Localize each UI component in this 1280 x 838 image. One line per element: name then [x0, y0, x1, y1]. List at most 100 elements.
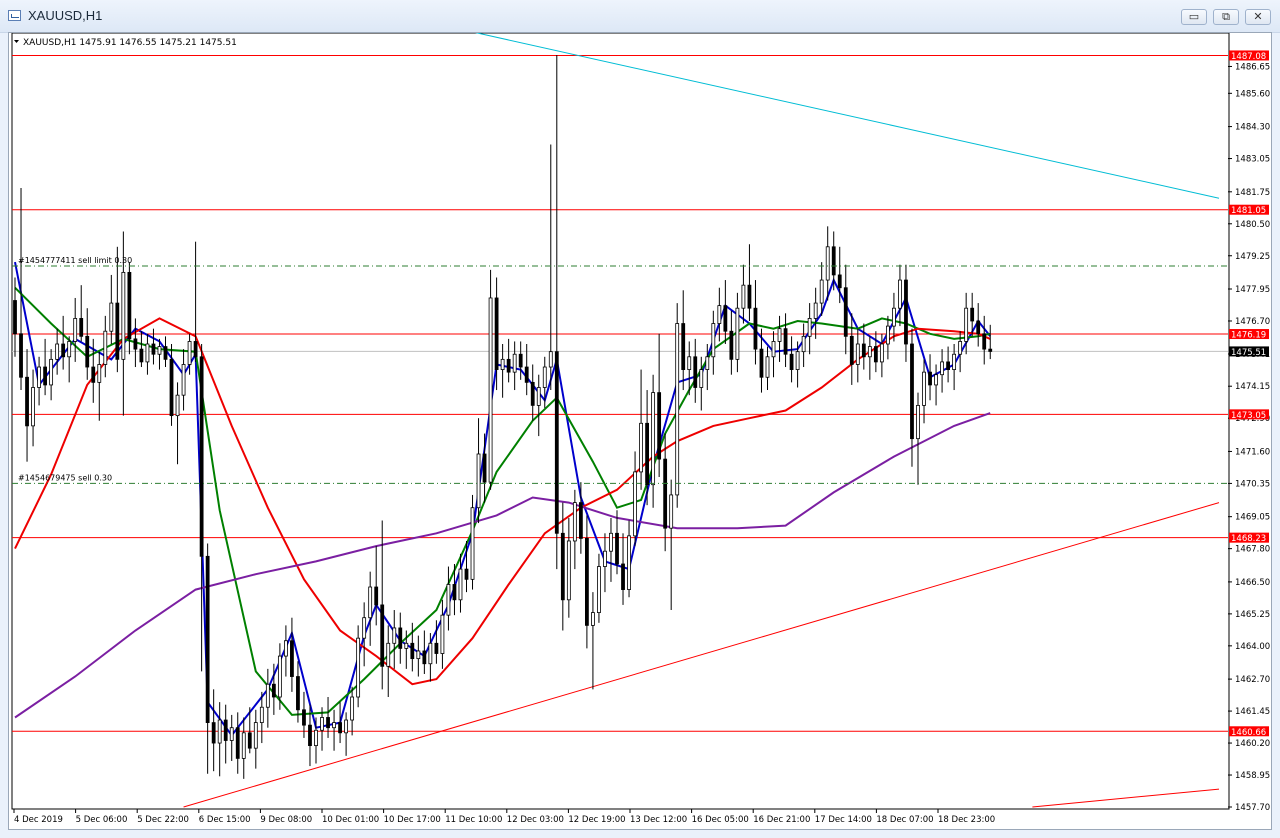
- candle-body: [476, 453, 481, 509]
- candle-body: [338, 722, 342, 734]
- candle-body: [127, 271, 132, 340]
- chart-window: XAUUSD,H1 ▭ ⧉ ✕ #1454777411 sell limit 0…: [0, 0, 1280, 838]
- candle-body: [892, 307, 896, 327]
- minimize-button[interactable]: ▭: [1181, 9, 1207, 25]
- candle-body: [554, 351, 559, 534]
- candle-body: [115, 302, 120, 360]
- x-tick-label: 10 Dec 01:00: [322, 815, 379, 825]
- candle-body: [470, 507, 475, 580]
- y-tick-label: 1486.65: [1235, 62, 1270, 72]
- candle-body: [500, 358, 505, 370]
- candle-body: [976, 320, 981, 335]
- candle-body: [759, 348, 764, 378]
- candle-body: [247, 732, 252, 749]
- candle-body: [855, 343, 860, 365]
- candle-body: [446, 584, 451, 616]
- candle-body: [578, 502, 583, 539]
- candle-body: [482, 453, 487, 483]
- level-price-label: 1473.05: [1231, 411, 1266, 421]
- candle-body: [687, 356, 692, 370]
- candle-body: [524, 366, 529, 383]
- candle-body: [506, 358, 511, 373]
- order-label: #1454679475 sell 0.30: [18, 473, 112, 482]
- candle-body: [548, 351, 553, 368]
- candle-body: [789, 353, 794, 370]
- candle-body: [55, 343, 60, 360]
- y-tick-label: 1480.50: [1235, 220, 1270, 230]
- y-tick-label: 1467.80: [1235, 545, 1270, 555]
- candle-body: [753, 307, 758, 350]
- candle-body: [675, 323, 680, 496]
- candle-body: [265, 683, 270, 708]
- candle-body: [97, 364, 102, 383]
- candle-body: [187, 341, 192, 365]
- candle-body: [356, 637, 361, 698]
- candle-body: [223, 719, 228, 741]
- candle-body: [13, 300, 17, 335]
- candle-body: [627, 535, 631, 590]
- level-price-label: 1487.08: [1231, 52, 1266, 62]
- candle-body: [693, 356, 698, 388]
- candle-body: [657, 392, 662, 460]
- candle-body: [302, 709, 306, 726]
- candle-body: [831, 246, 836, 276]
- candle-body: [235, 727, 240, 759]
- candle-body: [392, 627, 397, 644]
- x-tick-label: 18 Dec 23:00: [938, 815, 995, 825]
- candle-body: [241, 732, 246, 759]
- candle-body: [193, 341, 198, 358]
- level-price-label: 1481.05: [1231, 206, 1266, 216]
- level-price-label: 1476.19: [1231, 331, 1266, 341]
- candle-body: [121, 271, 126, 360]
- candle-body: [169, 358, 174, 417]
- candle-body: [946, 361, 950, 370]
- candle-body: [332, 722, 336, 729]
- order-label: #1454777411 sell limit 0.30: [18, 256, 132, 265]
- symbol-ohlc-header: XAUUSD,H1 1475.91 1476.55 1475.21 1475.5…: [23, 38, 237, 48]
- candle-body: [428, 642, 433, 665]
- candle-body: [837, 274, 842, 289]
- candle-body: [374, 586, 379, 606]
- window-titlebar[interactable]: XAUUSD,H1 ▭ ⧉ ✕: [0, 0, 1280, 33]
- candle-body: [85, 335, 90, 368]
- candle-body: [771, 341, 776, 358]
- candle-body: [398, 627, 403, 649]
- candle-body: [458, 568, 463, 601]
- chart-frame[interactable]: #1454777411 sell limit 0.30 #1454679475 s…: [8, 31, 1272, 830]
- candle-body: [916, 404, 920, 440]
- candle-body: [910, 343, 914, 440]
- candle-body: [609, 532, 613, 552]
- candle-body: [663, 458, 668, 529]
- candle-body: [651, 392, 656, 486]
- x-tick-label: 18 Dec 07:00: [876, 815, 933, 825]
- candle-body: [928, 371, 932, 386]
- y-tick-label: 1466.50: [1235, 578, 1270, 588]
- candle-body: [922, 371, 926, 406]
- candle-body: [783, 328, 788, 355]
- candle-body: [536, 387, 541, 406]
- candle-body: [205, 555, 210, 723]
- candle-body: [422, 650, 427, 665]
- candle-body: [61, 343, 66, 358]
- price-chart[interactable]: #1454777411 sell limit 0.30 #1454679475 s…: [9, 31, 1271, 829]
- restore-button[interactable]: ⧉: [1213, 9, 1239, 25]
- candle-body: [133, 338, 138, 350]
- candle-body: [861, 343, 866, 358]
- candle-body: [530, 381, 535, 406]
- candle-body: [416, 650, 421, 660]
- candle-body: [542, 366, 547, 388]
- candle-body: [958, 341, 963, 355]
- current-price-label: 1475.51: [1231, 348, 1266, 358]
- candle-body: [103, 330, 108, 365]
- candle-body: [139, 348, 144, 363]
- candle-body: [867, 346, 872, 358]
- candle-body: [873, 346, 878, 363]
- candle-body: [807, 318, 812, 337]
- close-button[interactable]: ✕: [1245, 9, 1271, 25]
- candle-body: [723, 305, 728, 332]
- level-price-label: 1460.66: [1231, 728, 1266, 738]
- x-tick-label: 11 Dec 10:00: [445, 815, 502, 825]
- candle-body: [879, 343, 884, 363]
- candle-body: [669, 494, 674, 529]
- candle-body: [452, 584, 457, 601]
